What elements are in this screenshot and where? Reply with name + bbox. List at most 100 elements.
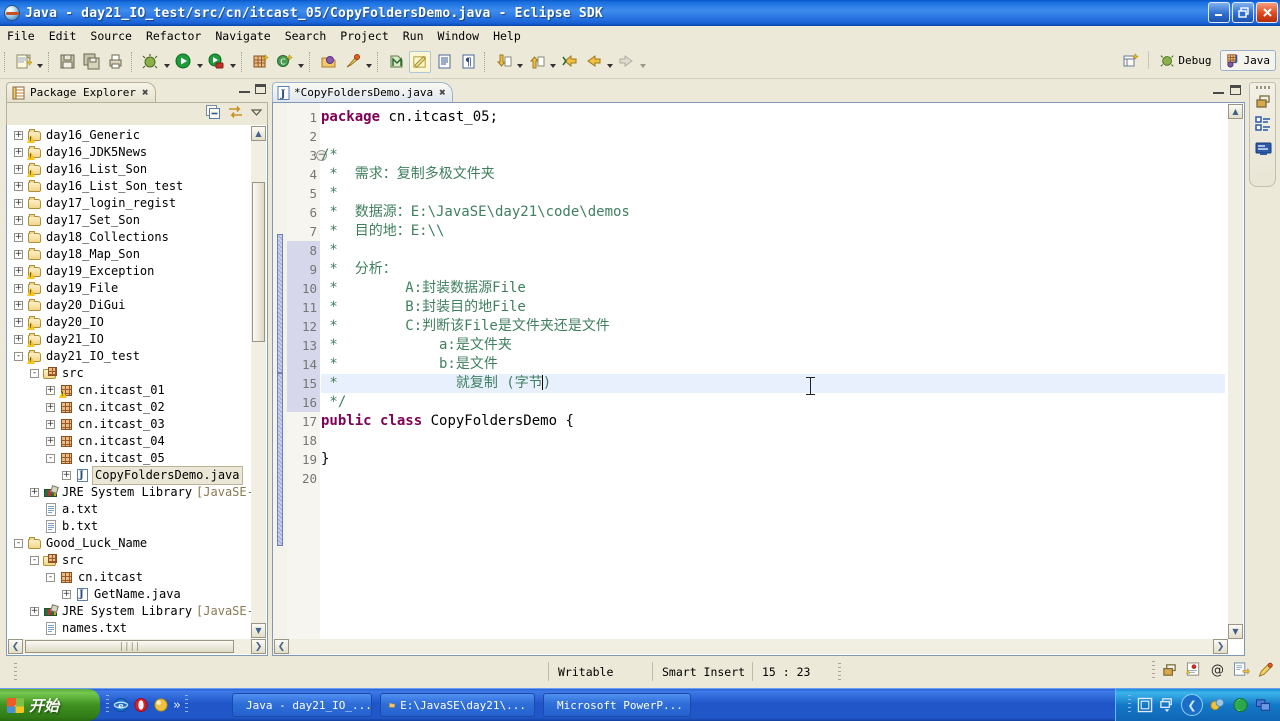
tree-item[interactable]: + day16_Generic [7, 127, 251, 144]
tray-expand-icon[interactable]: ❮ [1181, 694, 1203, 716]
tree-expander-icon[interactable]: + [14, 131, 23, 140]
tree-expander-icon[interactable]: - [30, 556, 39, 565]
print-icon[interactable] [104, 51, 126, 73]
minimize-view-icon[interactable] [239, 84, 250, 93]
menu-refactor[interactable]: Refactor [139, 27, 208, 45]
taskbar-button-explorer[interactable]: E:\JavaSE\day21\... [380, 693, 535, 717]
tray-shield-icon[interactable] [1232, 697, 1249, 713]
close-icon[interactable]: ✖ [142, 86, 149, 99]
taskbar-button-powerpoint[interactable]: P Microsoft PowerP... [543, 693, 691, 717]
tray-screen-icon[interactable] [1137, 697, 1153, 713]
back-icon[interactable] [582, 51, 604, 73]
close-icon[interactable]: ✖ [439, 86, 446, 99]
tree-item[interactable]: + cn.itcast_03 [7, 416, 251, 433]
new-wizard-icon[interactable] [12, 51, 34, 73]
code-line[interactable]: * [321, 241, 346, 260]
editor-scroll-right-icon[interactable]: ❯ [1213, 639, 1228, 654]
tray-window-icon[interactable] [1159, 697, 1175, 713]
code-text[interactable]: package cn.itcast_05; /* * 需求：复制多极文件夹 * *… [321, 103, 1244, 655]
perspective-java[interactable]: Java [1219, 49, 1276, 71]
show-whitespace-icon[interactable] [433, 51, 455, 73]
editor-horizontal-scrollbar[interactable]: ❮ ❯ [274, 639, 1228, 654]
menu-help[interactable]: Help [486, 27, 528, 45]
media-icon[interactable] [153, 697, 169, 713]
menu-file[interactable]: File [0, 27, 42, 45]
tree-expander-icon[interactable]: + [14, 284, 23, 293]
start-button[interactable]: 开始 [0, 689, 100, 721]
editor-vertical-scrollbar[interactable]: ▲ ▼ [1228, 104, 1243, 639]
code-line[interactable]: * a:是文件夹 [321, 336, 511, 355]
menu-project[interactable]: Project [333, 27, 395, 45]
scroll-down-icon[interactable]: ▼ [251, 623, 266, 638]
code-line[interactable]: * B:封装目的地File [321, 298, 525, 317]
tree-item[interactable]: a.txt [7, 501, 251, 518]
tree-item[interactable]: - cn.itcast_05 [7, 450, 251, 467]
tree-expander-icon[interactable]: - [46, 454, 55, 463]
tree-expander-icon[interactable]: + [14, 318, 23, 327]
code-line[interactable]: * 分析： [321, 260, 396, 279]
menu-source[interactable]: Source [83, 27, 139, 45]
perspective-debug[interactable]: Debug [1155, 51, 1216, 70]
tree-item[interactable]: + day19_Exception [7, 263, 251, 280]
tree-expander-icon[interactable]: + [46, 403, 55, 412]
menu-window[interactable]: Window [431, 27, 487, 45]
tree-item[interactable]: + day16_JDK5News [7, 144, 251, 161]
tree-expander-icon[interactable]: + [30, 488, 39, 497]
console-view-icon[interactable] [1255, 140, 1272, 157]
tree-expander-icon[interactable]: + [14, 250, 23, 259]
forward-icon[interactable] [615, 51, 637, 73]
search-icon[interactable] [341, 51, 363, 73]
vertical-scroll-thumb[interactable] [252, 182, 265, 342]
horizontal-scroll-thumb[interactable]: |||| [25, 640, 234, 653]
new-java-class-icon[interactable]: C [273, 51, 295, 73]
editor-scroll-left-icon[interactable]: ❮ [274, 639, 289, 654]
debug-run-icon[interactable] [139, 51, 161, 73]
tree-item[interactable]: - cn.itcast [7, 569, 251, 586]
toggle-mark-occurrences-icon[interactable] [385, 51, 407, 73]
tree-expander-icon[interactable]: + [14, 267, 23, 276]
tree-item[interactable]: + day17_login_regist [7, 195, 251, 212]
tree-item[interactable]: + day16_List_Son_test [7, 178, 251, 195]
search-dropdown-icon[interactable] [364, 51, 373, 73]
tree-expander-icon[interactable]: + [14, 233, 23, 242]
code-line[interactable]: */ [321, 393, 346, 412]
quick-launch-grip[interactable] [106, 695, 109, 715]
tree-expander-icon[interactable]: + [14, 165, 23, 174]
minimize-button[interactable] [1208, 2, 1230, 23]
tree-item[interactable]: + day19_File [7, 280, 251, 297]
build-status-icon[interactable] [1185, 662, 1202, 678]
tree-item[interactable]: + cn.itcast_01 [7, 382, 251, 399]
editor-scroll-up-icon[interactable]: ▲ [1228, 104, 1243, 119]
restore-trim-icon[interactable] [1162, 662, 1178, 678]
tray-network-icon[interactable] [1255, 697, 1272, 713]
tree-item[interactable]: names.txt [7, 620, 251, 637]
new-class-dropdown-icon[interactable] [296, 51, 305, 73]
tree-item[interactable]: - src [7, 552, 251, 569]
menu-edit[interactable]: Edit [42, 27, 84, 45]
code-editor[interactable]: 1 2 3−4 5 6 7 8 9 10 11 12 13 14 15 16 17 18 19 20 package… [272, 102, 1245, 656]
new-java-package-icon[interactable] [249, 51, 271, 73]
tree-item[interactable]: - day21_IO_test [7, 348, 251, 365]
tree-vertical-scrollbar[interactable]: ▲ ▼ [251, 126, 266, 638]
tree-item[interactable]: + cn.itcast_02 [7, 399, 251, 416]
tree-expander-icon[interactable]: + [46, 386, 55, 395]
pencil-icon[interactable] [1257, 662, 1274, 678]
minimize-editor-icon[interactable] [1213, 85, 1224, 94]
tray-grip[interactable] [1128, 695, 1131, 715]
tree-item[interactable]: + day20_DiGui [7, 297, 251, 314]
at-sign-icon[interactable]: @ [1209, 662, 1226, 678]
tree-expander-icon[interactable]: + [14, 301, 23, 310]
run-dropdown-icon[interactable] [195, 51, 204, 73]
ie-icon[interactable]: e [113, 697, 129, 713]
tree-expander-icon[interactable]: + [14, 199, 23, 208]
menu-search[interactable]: Search [278, 27, 334, 45]
forward-dropdown-icon[interactable] [638, 51, 647, 73]
opera-icon[interactable] [133, 697, 149, 713]
tree-expander-icon[interactable]: + [14, 335, 23, 344]
code-line[interactable]: * 数据源：E:\JavaSE\day21\code\demos [321, 203, 629, 222]
tree-item[interactable]: + day18_Collections [7, 229, 251, 246]
quick-launch-grip[interactable] [184, 695, 188, 715]
tree-item[interactable]: + CopyFoldersDemo.java [7, 466, 251, 485]
tree-expander-icon[interactable]: + [62, 471, 71, 480]
export-document-icon[interactable] [1233, 662, 1250, 678]
